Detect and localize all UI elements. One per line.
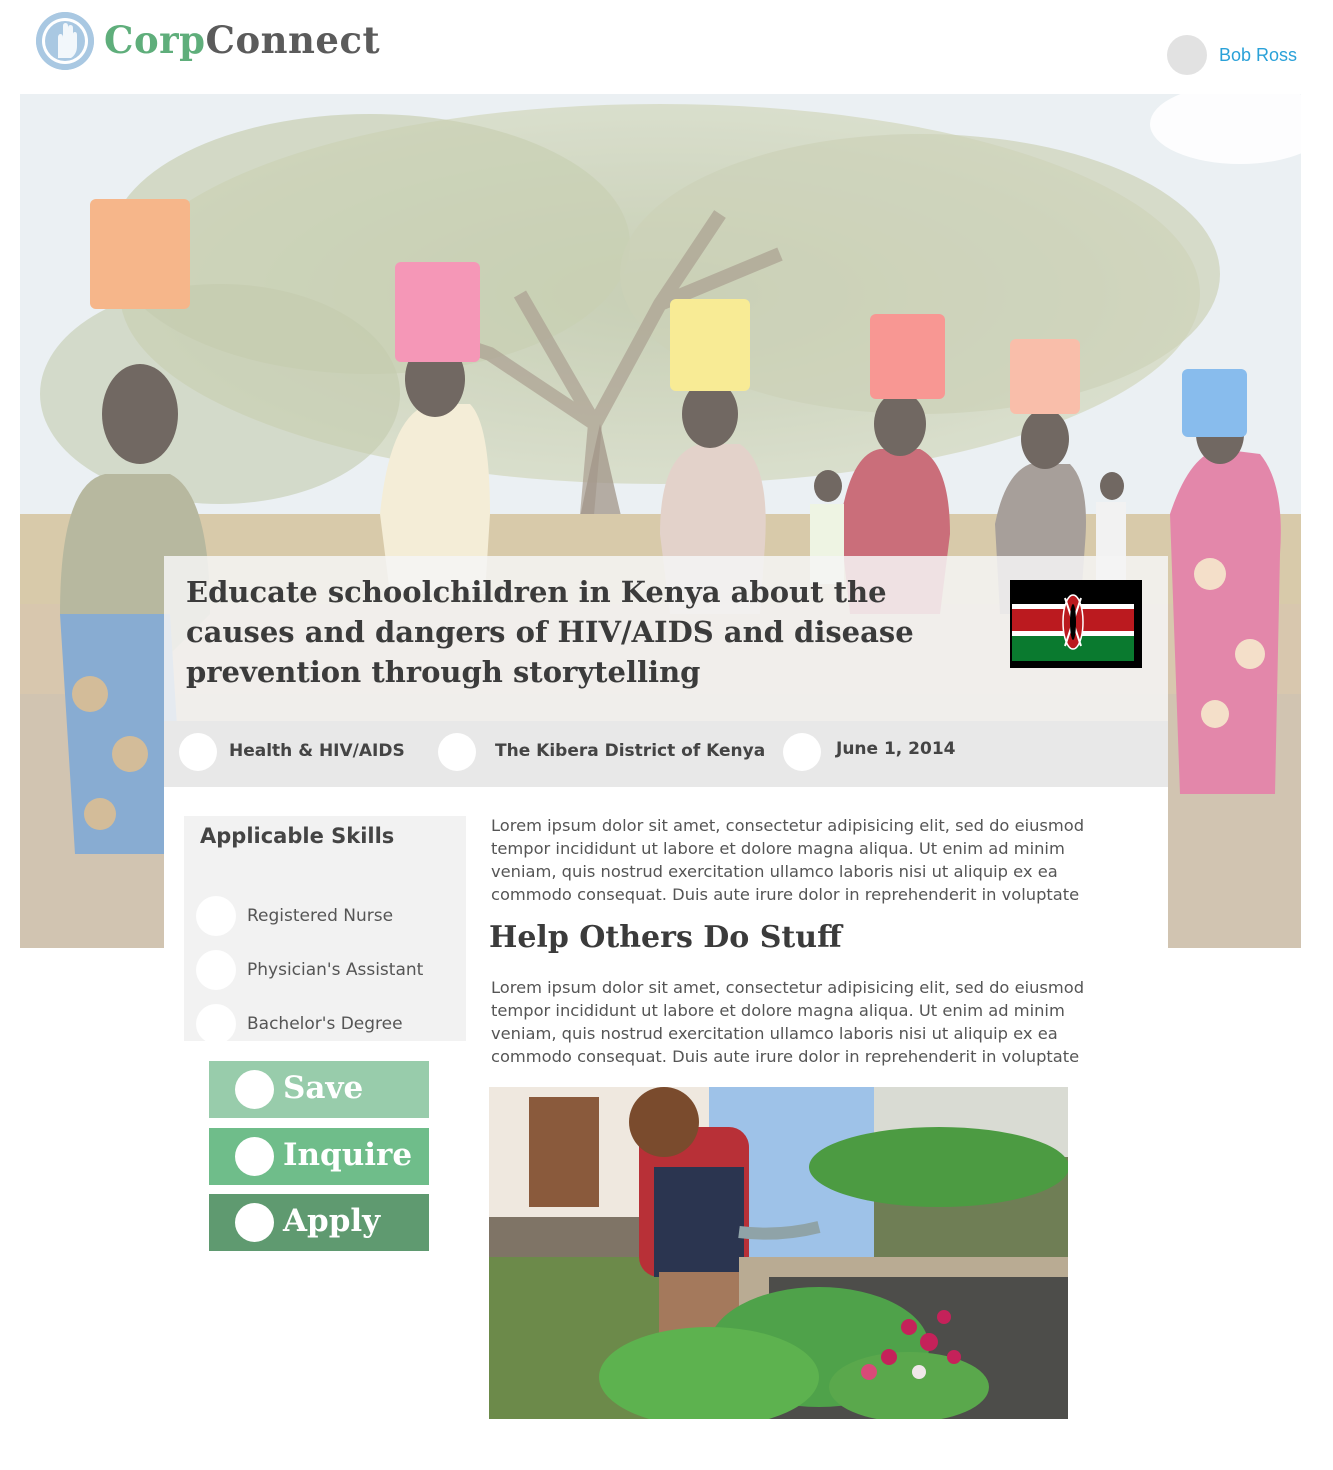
opportunity-content: Applicable Skills Registered Nurse Physi… <box>164 787 1168 1470</box>
inquire-button[interactable]: Inquire <box>209 1128 429 1185</box>
skills-heading: Applicable Skills <box>200 824 395 848</box>
skill-label: Bachelor's Degree <box>247 1014 403 1034</box>
calendar-icon <box>783 733 821 771</box>
corpconnect-logo[interactable]: CorpConnect <box>36 12 396 72</box>
raised-hand-icon <box>36 12 94 70</box>
brand-name-part1: Corp <box>104 18 206 62</box>
inquire-icon <box>235 1137 274 1176</box>
opportunity-title-card: Educate schoolchildren in Kenya about th… <box>164 556 1168 721</box>
skill-label: Registered Nurse <box>247 906 394 926</box>
description-paragraph: Lorem ipsum dolor sit amet, consectetur … <box>491 978 1085 1066</box>
brand-name: CorpConnect <box>104 18 380 62</box>
save-button-label: Save <box>283 1070 364 1106</box>
kenya-flag-icon <box>1010 580 1142 668</box>
description-paragraph: Lorem ipsum dolor sit amet, consectetur … <box>491 816 1085 904</box>
user-name-link[interactable]: Bob Ross <box>1219 45 1297 65</box>
opportunity-meta-bar: Health & HIV/AIDS The Kibera District of… <box>164 721 1168 787</box>
skill-icon <box>196 950 236 990</box>
category-icon <box>179 733 217 771</box>
meta-category-label: Health & HIV/AIDS <box>229 741 405 761</box>
content-photo <box>489 1087 1068 1419</box>
location-icon <box>438 733 476 771</box>
site-header: CorpConnect Bob Ross <box>0 0 1333 94</box>
apply-button[interactable]: Apply <box>209 1194 429 1251</box>
apply-icon <box>235 1203 274 1242</box>
skill-label: Physician's Assistant <box>247 960 424 980</box>
meta-location-label: The Kibera District of Kenya <box>495 741 766 761</box>
opportunity-title: Educate schoolchildren in Kenya about th… <box>186 575 914 689</box>
user-menu[interactable]: Bob Ross <box>1166 34 1297 76</box>
section-heading: Help Others Do Stuff <box>489 920 842 955</box>
avatar[interactable] <box>1166 35 1207 75</box>
skill-icon <box>196 896 236 936</box>
skill-icon <box>196 1004 236 1044</box>
meta-date-label: June 1, 2014 <box>836 739 956 759</box>
brand-name-part2: Connect <box>205 18 381 62</box>
save-icon <box>235 1070 274 1109</box>
applicable-skills-panel: Applicable Skills Registered Nurse Physi… <box>184 816 466 1044</box>
save-button[interactable]: Save <box>209 1061 429 1118</box>
apply-button-label: Apply <box>283 1203 381 1239</box>
inquire-button-label: Inquire <box>283 1137 413 1173</box>
